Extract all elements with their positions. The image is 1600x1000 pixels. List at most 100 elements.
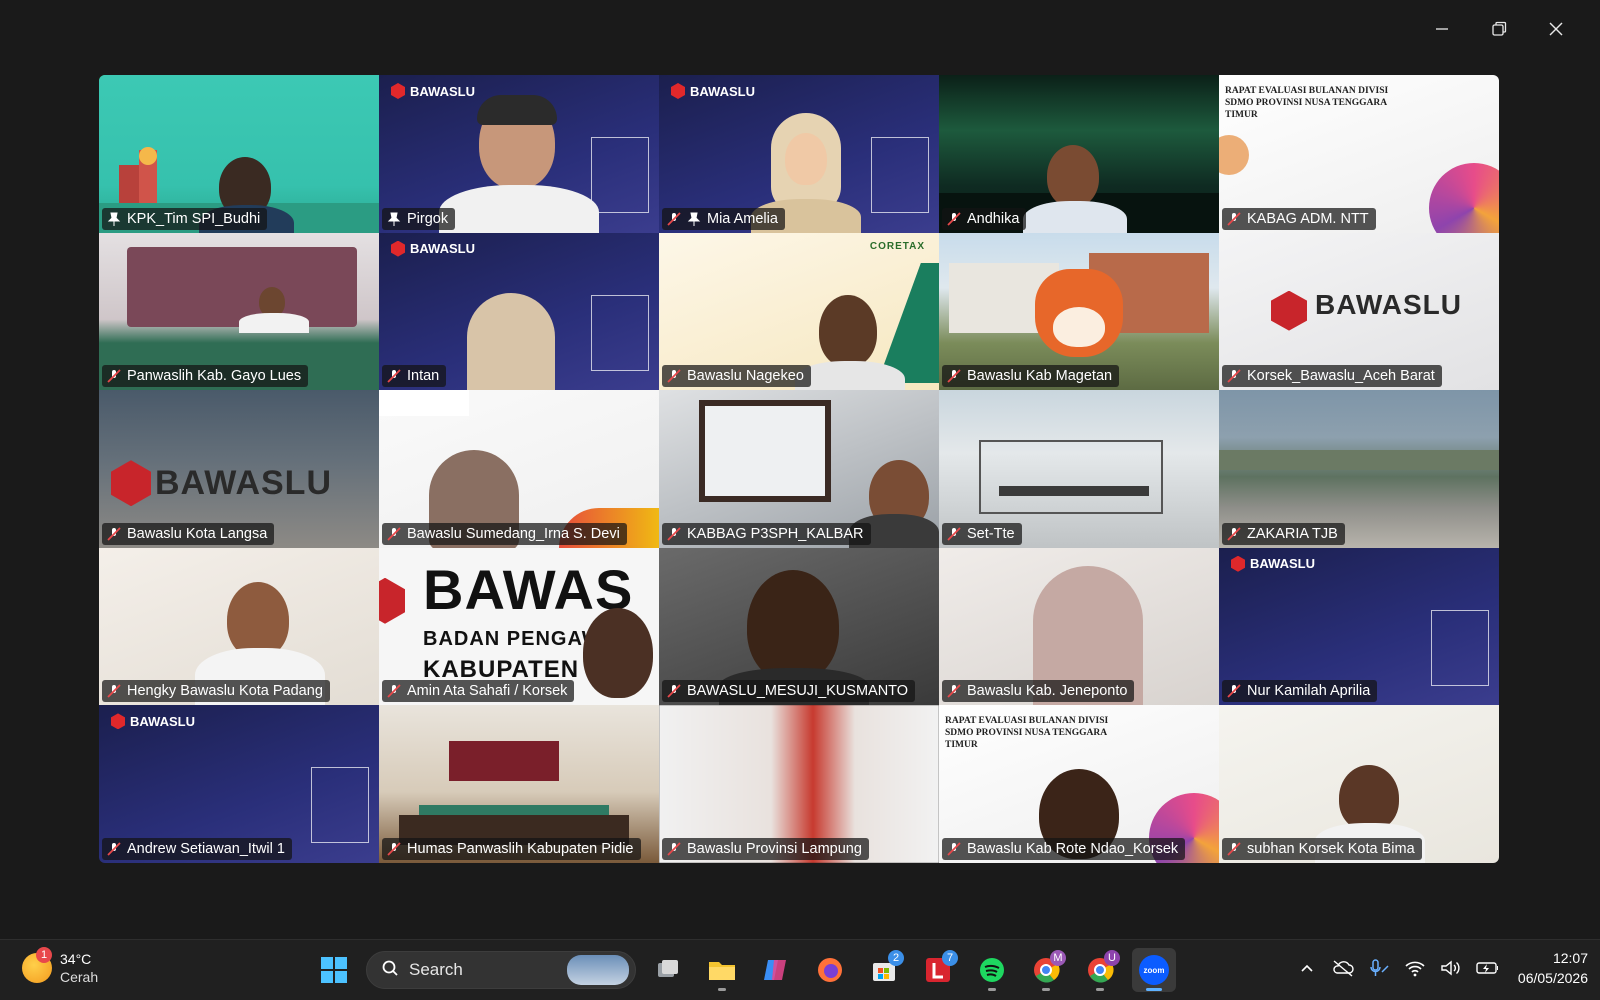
close-icon[interactable]	[1527, 14, 1584, 44]
microphone-icon[interactable]	[1368, 957, 1390, 979]
participant-tile[interactable]: Bawaslu Sumedang_Irna S. Devi	[379, 390, 659, 548]
participant-tile[interactable]: BAWASLU Mia Amelia	[659, 75, 939, 233]
taskbar-apps: Search 2 7 M U zoom	[312, 948, 1176, 992]
app-l-icon[interactable]: 7	[916, 948, 960, 992]
participant-name-tag: Pirgok	[382, 207, 456, 230]
restore-icon[interactable]	[1470, 14, 1527, 44]
participant-tile[interactable]: BAWASLU Intan	[379, 232, 659, 391]
chrome-u-icon[interactable]: U	[1078, 948, 1122, 992]
participant-name: Bawaslu Kab Magetan	[967, 368, 1113, 385]
slide-title: RAPAT EVALUASI BULANAN DIVISI SDMO PROVI…	[1225, 86, 1389, 120]
participant-name-tag: Bawaslu Sumedang_Irna S. Devi	[382, 522, 627, 545]
start-icon[interactable]	[312, 948, 356, 992]
wifi-icon[interactable]	[1404, 957, 1426, 979]
participant-name: Korsek_Bawaslu_Aceh Barat	[1247, 368, 1435, 385]
weather-condition: Cerah	[60, 969, 99, 985]
video-gallery: KPK_Tim SPI_Budhi BAWASLU Pirgok BAWASLU…	[99, 75, 1499, 863]
participant-name: Bawaslu Kab. Jeneponto	[967, 683, 1128, 700]
participant-name: Panwaslih Kab. Gayo Lues	[127, 368, 302, 385]
zoom-icon[interactable]: zoom	[1132, 948, 1176, 992]
clock-time: 12:07	[1552, 950, 1588, 966]
file-explorer-icon[interactable]	[700, 948, 744, 992]
search-input[interactable]: Search	[366, 951, 636, 989]
pin-icon	[107, 212, 121, 226]
participant-tile[interactable]: RAPAT EVALUASI BULANAN DIVISI SDMO PROVI…	[939, 705, 1219, 863]
muted-mic-icon	[1227, 684, 1241, 699]
participant-name: Bawaslu Kab Rote Ndao_Korsek	[967, 840, 1179, 857]
search-label: Search	[409, 960, 463, 979]
participant-tile[interactable]: KABBAG P3SPH_KALBAR	[659, 390, 939, 548]
notification-badge: 1	[36, 947, 52, 963]
participant-name-tag: Set-Tte	[942, 522, 1022, 545]
participant-tile[interactable]: Bawaslu Kab Magetan	[939, 232, 1219, 391]
participant-name-tag: Mia Amelia	[662, 207, 785, 230]
muted-mic-icon	[107, 842, 121, 856]
banner-line-1: BAWAS	[423, 557, 634, 621]
minimize-icon[interactable]	[1413, 14, 1470, 44]
participant-tile[interactable]: BAWASLU Nur Kamilah Aprilia	[1219, 547, 1499, 706]
participant-tile[interactable]: ZAKARIA TJB	[1219, 390, 1499, 548]
task-view-icon[interactable]	[646, 948, 690, 992]
taskbar-clock[interactable]: 12:07 06/05/2026	[1518, 948, 1588, 988]
participant-tile[interactable]: BAWASLU Andrew Setiawan_Itwil 1	[99, 705, 379, 863]
volume-icon[interactable]	[1440, 957, 1462, 979]
participant-name: Intan	[407, 368, 440, 385]
zona-integritas-frame	[871, 137, 929, 213]
chevron-up-icon[interactable]	[1296, 957, 1318, 979]
participant-tile[interactable]: Andhika	[939, 75, 1219, 233]
zona-integritas-frame	[1431, 609, 1489, 686]
pin-icon	[387, 212, 401, 226]
muted-mic-icon	[667, 369, 681, 383]
spotify-icon[interactable]	[970, 948, 1014, 992]
chrome-m-icon[interactable]: M	[1024, 948, 1068, 992]
participant-tile[interactable]: BAWASLU Bawaslu Kota Langsa	[99, 390, 379, 548]
participant-tile[interactable]: KPK_Tim SPI_Budhi	[99, 75, 379, 233]
muted-mic-icon	[387, 684, 401, 699]
zona-integritas-frame	[591, 294, 649, 371]
participant-tile[interactable]: Humas Panwaslih Kabupaten Pidie	[379, 705, 659, 863]
participant-name-tag: Intan	[382, 365, 447, 388]
coretax-logo: CORETAX	[869, 240, 925, 252]
participant-name: Amin Ata Sahafi / Korsek	[407, 683, 568, 700]
cloud-off-icon[interactable]	[1332, 957, 1354, 979]
copilot-icon[interactable]	[754, 948, 798, 992]
muted-mic-icon	[667, 527, 681, 541]
zona-integritas-frame	[591, 137, 649, 213]
muted-mic-icon	[107, 527, 121, 541]
participant-tile[interactable]: Bawaslu Kab. Jeneponto	[939, 547, 1219, 706]
participant-name-tag: subhan Korsek Kota Bima	[1222, 837, 1422, 860]
muted-mic-icon	[387, 527, 401, 541]
participant-name: KPK_Tim SPI_Budhi	[127, 210, 261, 227]
participant-name-tag: Andhika	[942, 207, 1027, 230]
muted-mic-icon	[947, 369, 961, 383]
participant-tile[interactable]: RAPAT EVALUASI BULANAN DIVISI SDMO PROVI…	[1219, 75, 1499, 233]
zona-integritas-frame	[311, 767, 369, 844]
participant-tile[interactable]: CORETAX Bawaslu Nagekeo	[659, 232, 939, 391]
battery-charging-icon[interactable]	[1476, 957, 1498, 979]
bawaslu-logo: BAWASLU	[671, 83, 755, 99]
muted-mic-icon	[947, 527, 961, 541]
participant-tile[interactable]: subhan Korsek Kota Bima	[1219, 705, 1499, 863]
search-highlight-image	[567, 955, 629, 985]
firefox-icon[interactable]	[808, 948, 852, 992]
clock-date: 06/05/2026	[1517, 970, 1588, 986]
bawaslu-wordmark: BAWASLU	[155, 464, 332, 503]
participant-tile[interactable]: Hengky Bawaslu Kota Padang	[99, 547, 379, 706]
participant-name: Bawaslu Kota Langsa	[127, 525, 268, 542]
participant-tile[interactable]: BAWASLU Korsek_Bawaslu_Aceh Barat	[1219, 232, 1499, 391]
participant-name: Mia Amelia	[707, 210, 778, 227]
weather-widget[interactable]: 1 34°C Cerah	[22, 947, 99, 986]
participant-tile[interactable]: Set-Tte	[939, 390, 1219, 548]
participant-name: Humas Panwaslih Kabupaten Pidie	[407, 840, 634, 857]
participant-name: Nur Kamilah Aprilia	[1247, 683, 1371, 700]
participant-tile[interactable]: Bawaslu Provinsi Lampung	[659, 705, 939, 863]
participant-tile[interactable]: Panwaslih Kab. Gayo Lues	[99, 232, 379, 391]
participant-name-tag: Korsek_Bawaslu_Aceh Barat	[1222, 365, 1442, 388]
muted-mic-icon	[107, 684, 121, 699]
muted-mic-icon	[667, 211, 681, 226]
store-icon[interactable]: 2	[862, 948, 906, 992]
participant-tile[interactable]: BAWAS BADAN PENGAWAS KABUPATEN PID Amin …	[379, 547, 659, 706]
participant-tile[interactable]: BAWASLU Pirgok	[379, 75, 659, 233]
participant-tile[interactable]: BAWASLU_MESUJI_KUSMANTO	[659, 547, 939, 706]
participant-name: Andhika	[967, 210, 1020, 227]
